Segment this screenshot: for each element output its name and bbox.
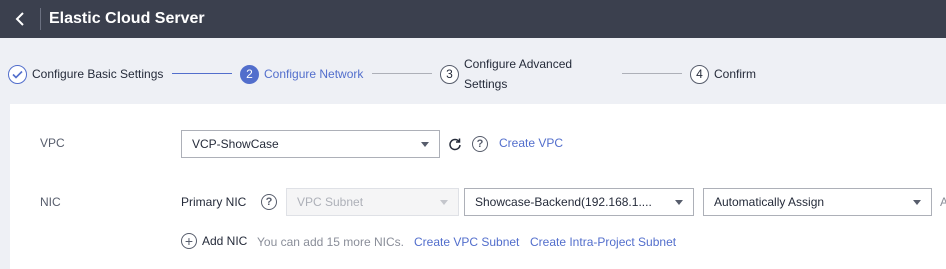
top-bar: Elastic Cloud Server (0, 0, 946, 38)
subnet-select-value: Showcase-Backend(192.168.1.... (475, 195, 652, 209)
help-icon[interactable]: ? (472, 136, 488, 152)
nic-label: NIC (40, 195, 61, 209)
step-label: Configure Advanced Settings (464, 57, 573, 91)
plus-circle-icon[interactable]: + (181, 233, 197, 249)
subnet-select[interactable]: Showcase-Backend(192.168.1.... (464, 188, 694, 216)
step-wizard: Configure Basic Settings 2 Configure Net… (0, 42, 946, 104)
network-config-panel: VPC VCP-ShowCase ? Create VPC NIC Primar… (10, 104, 946, 269)
vpc-label: VPC (40, 136, 65, 150)
truncated-text: A (940, 195, 946, 209)
help-icon[interactable]: ? (261, 194, 277, 210)
step-connector (372, 73, 432, 74)
check-icon (8, 64, 27, 84)
chevron-down-icon (913, 200, 921, 205)
step-number: 4 (690, 64, 709, 84)
vpc-select[interactable]: VCP-ShowCase (181, 130, 440, 158)
chevron-left-icon (15, 12, 24, 26)
create-intra-project-subnet-link[interactable]: Create Intra-Project Subnet (530, 235, 676, 249)
create-vpc-link[interactable]: Create VPC (499, 136, 563, 150)
step-number: 3 (440, 64, 459, 84)
refresh-icon[interactable] (448, 137, 462, 151)
vpc-select-value: VCP-ShowCase (192, 137, 279, 151)
step-basic-settings[interactable]: Configure Basic Settings (8, 64, 163, 84)
step-connector (622, 73, 682, 74)
step-advanced-settings: 3 Configure Advanced Settings (440, 54, 584, 94)
step-connector (172, 73, 232, 74)
step-confirm: 4 Confirm (690, 64, 756, 84)
ip-assign-value: Automatically Assign (714, 195, 825, 209)
add-nic-button[interactable]: Add NIC (202, 234, 247, 248)
step-label: Confirm (714, 67, 757, 81)
step-label: Configure Network (264, 67, 364, 81)
ip-assign-select[interactable]: Automatically Assign (703, 188, 932, 216)
chevron-down-icon (421, 142, 429, 147)
back-button[interactable] (0, 0, 40, 38)
create-vpc-subnet-link[interactable]: Create VPC Subnet (414, 235, 519, 249)
add-nic-hint: You can add 15 more NICs. (257, 235, 404, 249)
chevron-down-icon (440, 200, 448, 205)
vpc-subnet-select: VPC Subnet (286, 188, 459, 216)
chevron-down-icon (675, 200, 683, 205)
page-title: Elastic Cloud Server (49, 10, 205, 27)
step-label: Configure Basic Settings (32, 67, 164, 81)
vpc-subnet-placeholder: VPC Subnet (297, 195, 364, 209)
header-divider (40, 8, 41, 30)
step-configure-network: 2 Configure Network (240, 64, 363, 84)
primary-nic-label: Primary NIC (181, 195, 247, 209)
step-number: 2 (240, 64, 259, 84)
